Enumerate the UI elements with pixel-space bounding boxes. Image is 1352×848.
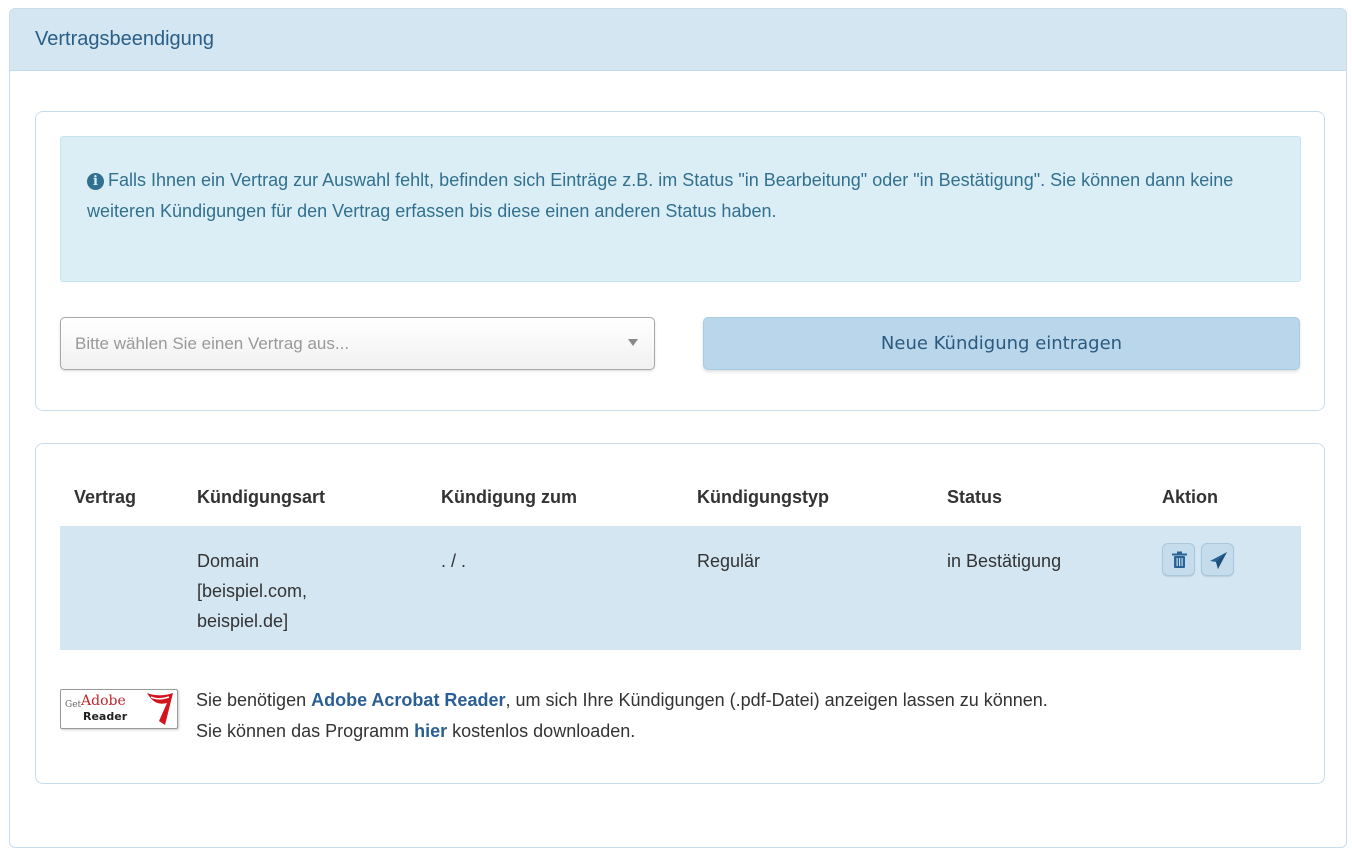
- info-alert: i Falls Ihnen ein Vertrag zur Auswahl feh…: [60, 136, 1301, 282]
- cell-kuendigungsart-line: [beispiel.com,: [197, 581, 308, 601]
- column-header-kuendigungsart: Kündigungsart: [197, 486, 325, 507]
- new-termination-button[interactable]: Neue Kündigung eintragen: [703, 317, 1300, 370]
- cell-kuendigungsart-line: beispiel.de]: [197, 611, 289, 631]
- delete-button[interactable]: [1162, 543, 1195, 576]
- info-alert-text: Falls Ihnen ein Vertrag zur Auswahl fehl…: [87, 170, 1234, 221]
- info-circle-icon: i: [87, 173, 104, 190]
- table-row: Domain [beispiel.com, beispiel.de] . / .…: [60, 526, 1301, 650]
- notice-line-1: Sie benötigen Adobe Acrobat Reader, um s…: [196, 685, 1048, 716]
- notice-text: Sie können das Programm: [196, 721, 415, 741]
- cell-kuendigungsart-line: Domain: [197, 551, 260, 571]
- new-termination-button-label: Neue Kündigung eintragen: [880, 333, 1123, 354]
- column-header-kuendigung-zum: Kündigung zum: [441, 486, 577, 507]
- badge-product-text: Reader: [83, 710, 128, 723]
- panel-title: Vertragsbeendigung: [35, 28, 215, 50]
- column-header-aktion: Aktion: [1162, 486, 1218, 507]
- cell-kuendigungstyp: Regulär: [683, 526, 933, 650]
- adobe-reader-logo-icon: [147, 693, 173, 725]
- get-adobe-reader-badge[interactable]: Get Adobe Reader: [60, 689, 178, 729]
- cell-aktion: [1148, 526, 1301, 650]
- cell-kuendigung-zum: . / .: [427, 526, 683, 650]
- caret-down-icon: [628, 339, 638, 346]
- termination-panel: Vertragsbeendigung i Falls Ihnen ein Vert…: [9, 8, 1347, 848]
- send-icon: [1210, 552, 1227, 569]
- notice-text: Sie benötigen: [196, 690, 312, 710]
- cell-status: in Bestätigung: [933, 526, 1148, 650]
- contract-select[interactable]: Bitte wählen Sie einen Vertrag aus...: [60, 317, 655, 370]
- trash-icon: [1172, 551, 1187, 568]
- table-header-row: Vertrag Kündigungsart Kündigung zum Künd…: [60, 468, 1301, 526]
- notice-line-2: Sie können das Programm hier kostenlos d…: [196, 716, 1048, 747]
- download-here-link[interactable]: hier: [414, 721, 447, 741]
- column-header-vertrag: Vertrag: [74, 486, 137, 507]
- cell-vertrag: [60, 526, 183, 650]
- adobe-acrobat-reader-link[interactable]: Adobe Acrobat Reader: [311, 690, 505, 710]
- contract-select-placeholder: Bitte wählen Sie einen Vertrag aus...: [75, 333, 350, 353]
- panel-heading: Vertragsbeendigung: [10, 9, 1346, 71]
- terminations-section: Vertrag Kündigungsart Kündigung zum Künd…: [35, 443, 1325, 784]
- column-header-status: Status: [947, 486, 1003, 507]
- column-header-kuendigungstyp: Kündigungstyp: [697, 486, 829, 507]
- notice-text: , um sich Ihre Kündigungen (.pdf-Datei) …: [505, 690, 1048, 710]
- notice-text: kostenlos downloaden.: [447, 721, 636, 741]
- adobe-reader-notice: Sie benötigen Adobe Acrobat Reader, um s…: [196, 685, 1048, 747]
- send-button[interactable]: [1201, 543, 1234, 576]
- new-termination-section: i Falls Ihnen ein Vertrag zur Auswahl feh…: [35, 111, 1325, 411]
- badge-get-text: Get: [65, 700, 82, 710]
- terminations-table: Vertrag Kündigungsart Kündigung zum Künd…: [60, 468, 1301, 650]
- cell-kuendigungsart: Domain [beispiel.com, beispiel.de]: [183, 526, 427, 650]
- badge-brand-text: Adobe: [81, 693, 126, 709]
